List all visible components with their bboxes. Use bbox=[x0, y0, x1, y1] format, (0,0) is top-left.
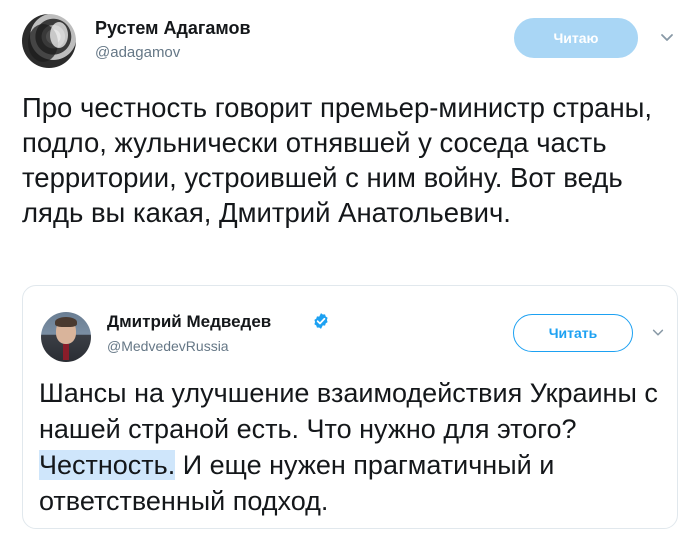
quoted-author-name[interactable]: Дмитрий Медведев bbox=[107, 312, 271, 332]
avatar-hair bbox=[55, 317, 77, 327]
quoted-author-handle[interactable]: @MedvedevRussia bbox=[107, 338, 229, 354]
quoted-tweet-text: Шансы на улучшение взаимодействия Украин… bbox=[39, 375, 659, 519]
tweet-text: Про честность говорит премьер-министр ст… bbox=[22, 92, 653, 228]
author-avatar[interactable] bbox=[22, 14, 76, 68]
quoted-author-avatar[interactable] bbox=[41, 312, 91, 362]
avatar-highlight bbox=[50, 22, 68, 48]
author-handle[interactable]: @adagamov bbox=[95, 44, 180, 61]
following-button[interactable]: Читаю bbox=[514, 18, 638, 58]
chevron-down-icon[interactable] bbox=[659, 30, 675, 46]
verified-badge-icon bbox=[314, 313, 328, 329]
tweet-card: Рустем Адагамов @adagamov Читаю Про чест… bbox=[0, 0, 699, 539]
highlighted-word: Честность. bbox=[39, 450, 176, 480]
chevron-down-icon[interactable] bbox=[651, 326, 665, 340]
quoted-tweet[interactable]: Дмитрий Медведев @MedvedevRussia Читать … bbox=[22, 285, 678, 529]
follow-button[interactable]: Читать bbox=[513, 314, 633, 352]
author-name[interactable]: Рустем Адагамов bbox=[95, 18, 251, 39]
avatar-tie bbox=[63, 344, 69, 360]
quoted-text-start: Шансы на улучшение взаимодействия Украин… bbox=[39, 378, 658, 444]
